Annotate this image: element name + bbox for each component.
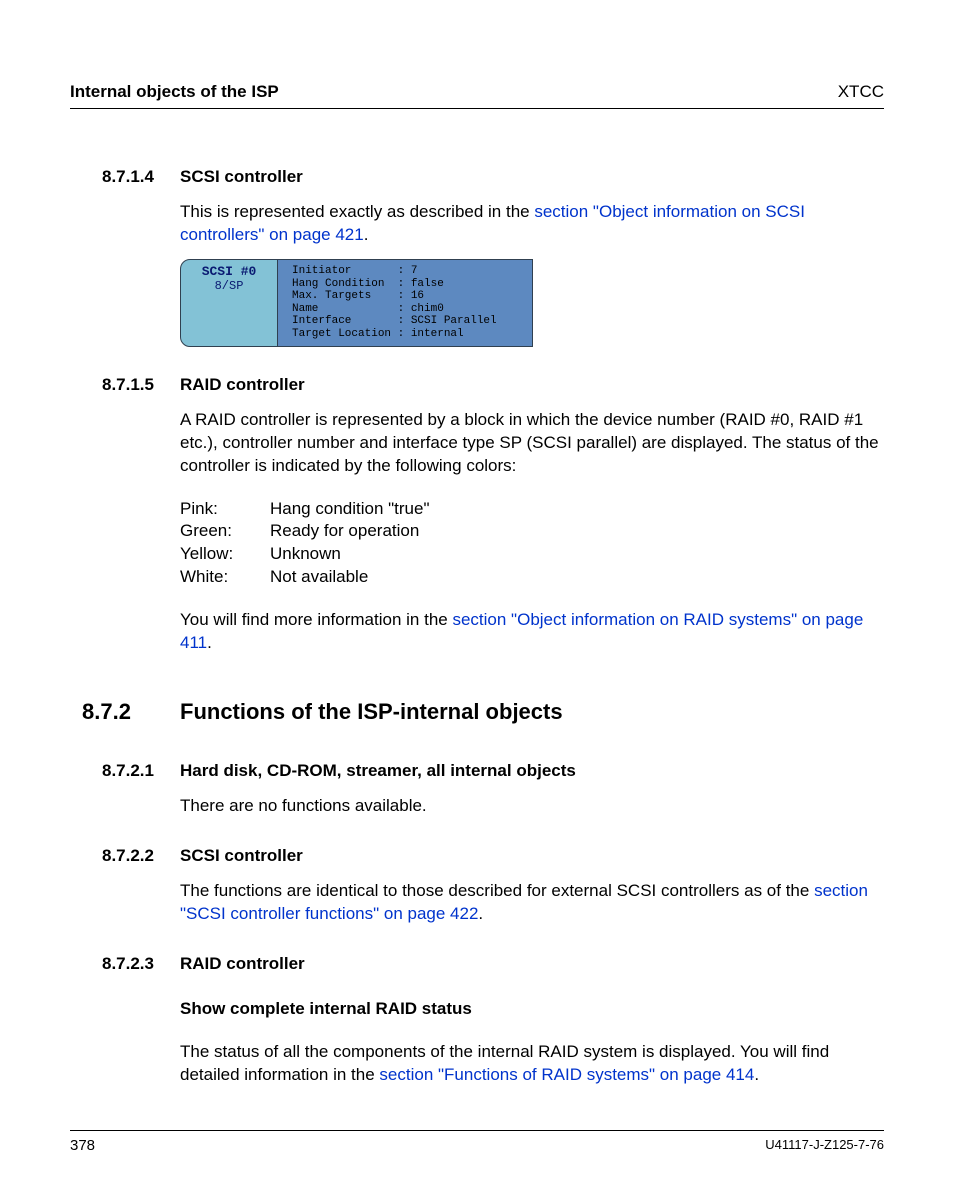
- page-header: Internal objects of the ISP XTCC: [70, 82, 884, 109]
- paragraph: A RAID controller is represented by a bl…: [180, 409, 884, 478]
- paragraph: You will find more information in the se…: [180, 609, 884, 655]
- section-8-7-2-1: 8.7.2.1 Hard disk, CD-ROM, streamer, all…: [70, 761, 884, 781]
- text: The functions are identical to those des…: [180, 881, 814, 900]
- section-number: 8.7.1.4: [70, 167, 180, 187]
- list-item: Green: Ready for operation: [180, 520, 884, 543]
- section-number: 8.7.1.5: [70, 375, 180, 395]
- section-title: SCSI controller: [180, 167, 303, 187]
- text: You will find more information in the: [180, 610, 452, 629]
- status-label: Yellow:: [180, 543, 270, 566]
- status-color-list: Pink: Hang condition "true" Green: Ready…: [180, 498, 884, 590]
- section-8-7-1-5: 8.7.1.5 RAID controller: [70, 375, 884, 395]
- page-number: 378: [70, 1137, 95, 1154]
- page-footer: 378 U41117-J-Z125-7-76: [70, 1130, 884, 1154]
- paragraph: The functions are identical to those des…: [180, 880, 884, 926]
- section-8-7-2-3: 8.7.2.3 RAID controller: [70, 954, 884, 974]
- section-8-7-2: 8.7.2 Functions of the ISP-internal obje…: [70, 699, 884, 725]
- section-title: Functions of the ISP-internal objects: [180, 699, 563, 725]
- text: This is represented exactly as described…: [180, 202, 534, 221]
- section-number: 8.7.2: [70, 699, 180, 725]
- status-label: Pink:: [180, 498, 270, 521]
- section-8-7-2-2: 8.7.2.2 SCSI controller: [70, 846, 884, 866]
- paragraph: The status of all the components of the …: [180, 1041, 884, 1087]
- text: .: [478, 904, 483, 923]
- section-title: RAID controller: [180, 375, 305, 395]
- section-title: Hard disk, CD-ROM, streamer, all interna…: [180, 761, 576, 781]
- figure-scsi-controller: SCSI #0 8/SP Initiator : 7 Hang Conditio…: [180, 259, 884, 347]
- status-desc: Ready for operation: [270, 520, 419, 543]
- list-item: Pink: Hang condition "true": [180, 498, 884, 521]
- status-label: Green:: [180, 520, 270, 543]
- paragraph: This is represented exactly as described…: [180, 201, 884, 247]
- cross-reference-link[interactable]: section "Functions of RAID systems" on p…: [379, 1065, 754, 1084]
- section-number: 8.7.2.2: [70, 846, 180, 866]
- text: .: [754, 1065, 759, 1084]
- status-desc: Not available: [270, 566, 368, 589]
- section-title: RAID controller: [180, 954, 305, 974]
- figure-tab-label: SCSI #0: [202, 264, 257, 279]
- header-product-name: XTCC: [838, 82, 884, 102]
- section-8-7-1-4: 8.7.1.4 SCSI controller: [70, 167, 884, 187]
- figure-tab-sublabel: 8/SP: [215, 279, 244, 293]
- figure-info-panel: Initiator : 7 Hang Condition : false Max…: [278, 259, 533, 347]
- paragraph: There are no functions available.: [180, 795, 884, 818]
- subheading: Show complete internal RAID status: [180, 999, 472, 1018]
- section-title: SCSI controller: [180, 846, 303, 866]
- figure-tab: SCSI #0 8/SP: [180, 259, 278, 347]
- section-number: 8.7.2.1: [70, 761, 180, 781]
- text: .: [207, 633, 212, 652]
- status-desc: Hang condition "true": [270, 498, 430, 521]
- list-item: White: Not available: [180, 566, 884, 589]
- status-label: White:: [180, 566, 270, 589]
- status-desc: Unknown: [270, 543, 341, 566]
- section-number: 8.7.2.3: [70, 954, 180, 974]
- subsection-title: Show complete internal RAID status: [180, 998, 884, 1021]
- header-section-title: Internal objects of the ISP: [70, 82, 279, 102]
- document-reference: U41117-J-Z125-7-76: [765, 1137, 884, 1154]
- text: .: [364, 225, 369, 244]
- list-item: Yellow: Unknown: [180, 543, 884, 566]
